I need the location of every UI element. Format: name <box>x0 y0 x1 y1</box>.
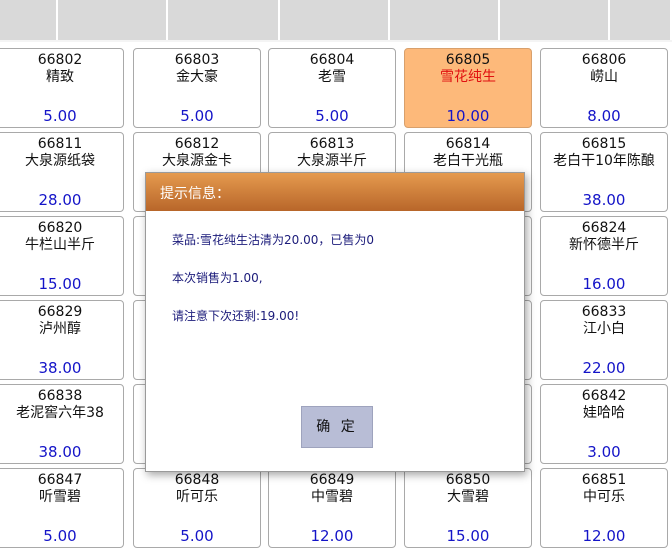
product-name: 中可乐 <box>583 489 625 505</box>
product-price: 8.00 <box>587 107 621 125</box>
product-code: 66803 <box>174 52 220 68</box>
product-code: 66804 <box>309 52 355 68</box>
product-price: 15.00 <box>446 527 490 545</box>
ok-button[interactable]: 确 定 <box>301 406 373 448</box>
product-name: 大雪碧 <box>447 489 489 505</box>
product-code: 66802 <box>37 52 83 68</box>
product-price: 3.00 <box>587 443 621 461</box>
product-tile[interactable]: 66849 中雪碧 12.00 <box>268 468 396 548</box>
product-name: 娃哈哈 <box>583 405 625 421</box>
product-price: 5.00 <box>180 527 214 545</box>
product-tile[interactable]: 66847 听雪碧 5.00 <box>0 468 124 548</box>
product-tile[interactable]: 66829 泸州醇 38.00 <box>0 300 124 380</box>
product-name: 大泉源半斤 <box>297 153 367 169</box>
product-code: 66820 <box>37 220 83 236</box>
product-code: 66847 <box>37 472 83 488</box>
product-name: 老白干光瓶 <box>433 153 503 169</box>
product-code: 66824 <box>581 220 627 236</box>
dialog-header: 提示信息： <box>146 173 524 211</box>
product-price: 5.00 <box>180 107 214 125</box>
product-code: 66815 <box>581 136 627 152</box>
product-name: 江小白 <box>583 321 625 337</box>
product-price: 16.00 <box>582 275 626 293</box>
product-name: 雪花纯生 <box>440 69 496 85</box>
product-code: 66842 <box>581 388 627 404</box>
product-code: 66849 <box>309 472 355 488</box>
product-code: 66850 <box>445 472 491 488</box>
info-dialog: 提示信息： 菜品:雪花纯生沽清为20.00，已售为0 本次销售为1.00, 请注… <box>145 172 525 472</box>
product-name: 听可乐 <box>176 489 218 505</box>
product-price: 12.00 <box>310 527 354 545</box>
product-name: 新怀德半斤 <box>569 237 639 253</box>
product-price: 28.00 <box>38 191 82 209</box>
product-name: 金大豪 <box>176 69 218 85</box>
product-tile[interactable]: 66838 老泥窖六年38 38.00 <box>0 384 124 464</box>
product-code: 66851 <box>581 472 627 488</box>
product-code: 66814 <box>445 136 491 152</box>
product-tile[interactable]: 66842 娃哈哈 3.00 <box>540 384 668 464</box>
product-name: 泸州醇 <box>39 321 81 337</box>
product-price: 10.00 <box>446 107 490 125</box>
product-price: 38.00 <box>38 443 82 461</box>
product-code: 66838 <box>37 388 83 404</box>
product-tile[interactable]: 66824 新怀德半斤 16.00 <box>540 216 668 296</box>
product-price: 5.00 <box>43 527 77 545</box>
product-tile[interactable]: 66850 大雪碧 15.00 <box>404 468 532 548</box>
product-name: 牛栏山半斤 <box>25 237 95 253</box>
product-code: 66833 <box>581 304 627 320</box>
product-code: 66813 <box>309 136 355 152</box>
product-tile[interactable]: 66802 精致 5.00 <box>0 48 124 128</box>
product-tile[interactable]: 66851 中可乐 12.00 <box>540 468 668 548</box>
product-code: 66806 <box>581 52 627 68</box>
dialog-message-remaining: 请注意下次还剩:19.00! <box>172 309 300 323</box>
product-price: 12.00 <box>582 527 626 545</box>
product-name: 中雪碧 <box>311 489 353 505</box>
product-tile[interactable]: 66803 金大豪 5.00 <box>133 48 261 128</box>
dialog-title: 提示信息： <box>160 186 230 202</box>
product-tile[interactable]: 66811 大泉源纸袋 28.00 <box>0 132 124 212</box>
product-name: 大泉源纸袋 <box>25 153 95 169</box>
product-tile[interactable]: 66833 江小白 22.00 <box>540 300 668 380</box>
product-code: 66812 <box>174 136 220 152</box>
product-tile[interactable]: 66804 老雪 5.00 <box>268 48 396 128</box>
product-name: 精致 <box>46 69 74 85</box>
product-name: 老白干10年陈酿 <box>553 153 655 169</box>
product-tile[interactable]: 66820 牛栏山半斤 15.00 <box>0 216 124 296</box>
product-code: 66848 <box>174 472 220 488</box>
dialog-message-stock: 菜品:雪花纯生沽清为20.00，已售为0 <box>172 233 375 247</box>
product-price: 38.00 <box>38 359 82 377</box>
product-price: 5.00 <box>43 107 77 125</box>
product-name: 老雪 <box>318 69 346 85</box>
product-name: 听雪碧 <box>39 489 81 505</box>
product-code: 66811 <box>37 136 83 152</box>
product-price: 15.00 <box>38 275 82 293</box>
product-price: 22.00 <box>582 359 626 377</box>
product-tile[interactable]: 66806 崂山 8.00 <box>540 48 668 128</box>
product-name: 老泥窖六年38 <box>16 405 104 421</box>
product-name: 大泉源金卡 <box>162 153 232 169</box>
product-name: 崂山 <box>590 69 618 85</box>
product-tile[interactable]: 66815 老白干10年陈酿 38.00 <box>540 132 668 212</box>
product-tile[interactable]: 66848 听可乐 5.00 <box>133 468 261 548</box>
product-tile[interactable]: 66805 雪花纯生 10.00 <box>404 48 532 128</box>
product-code: 66829 <box>37 304 83 320</box>
dialog-message-sale: 本次销售为1.00, <box>172 271 263 285</box>
product-price: 38.00 <box>582 191 626 209</box>
product-code: 66805 <box>445 52 491 68</box>
product-price: 5.00 <box>315 107 349 125</box>
